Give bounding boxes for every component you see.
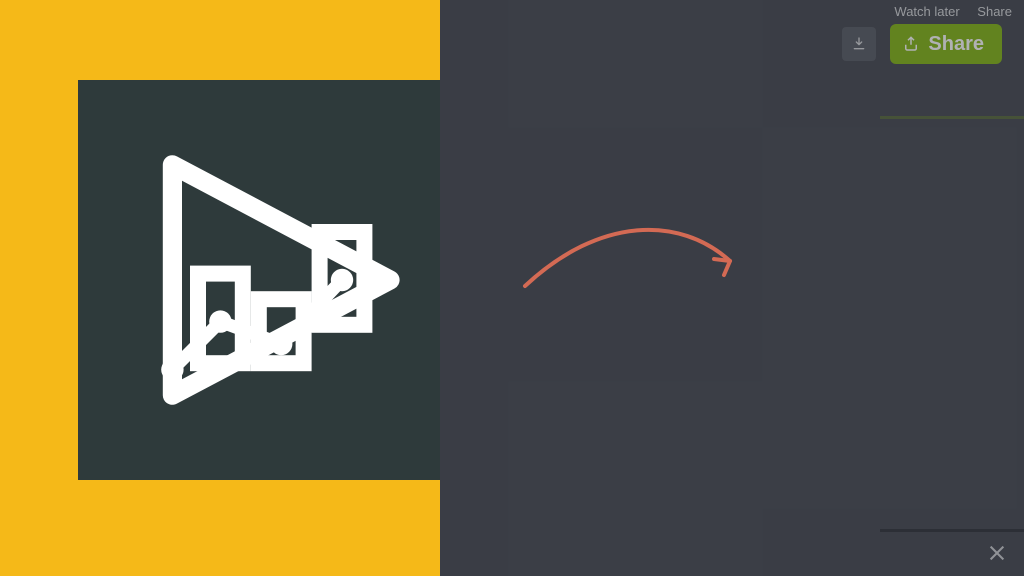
- logo-tile: [78, 80, 478, 480]
- video-overlay-links: Watch later Share: [880, 4, 1012, 19]
- analytics-play-logo-icon: [118, 120, 438, 440]
- share-button[interactable]: Share: [890, 24, 1002, 64]
- promo-panel: [0, 0, 440, 576]
- download-button[interactable]: [842, 27, 876, 61]
- tab-underline: [880, 116, 1024, 119]
- separator: [880, 529, 1024, 532]
- watch-later-link[interactable]: Watch later: [894, 4, 959, 19]
- close-button[interactable]: [988, 544, 1006, 562]
- share-button-label: Share: [928, 33, 984, 56]
- app-window: Watch later Share Share COI Theme Title: [440, 0, 1024, 576]
- form-panel: Theme Title Subtitle 1 Subtitle 2 Color …: [997, 138, 1024, 472]
- download-icon: [851, 36, 867, 52]
- share-icon: [902, 35, 920, 53]
- video-share-link[interactable]: Share: [977, 4, 1012, 19]
